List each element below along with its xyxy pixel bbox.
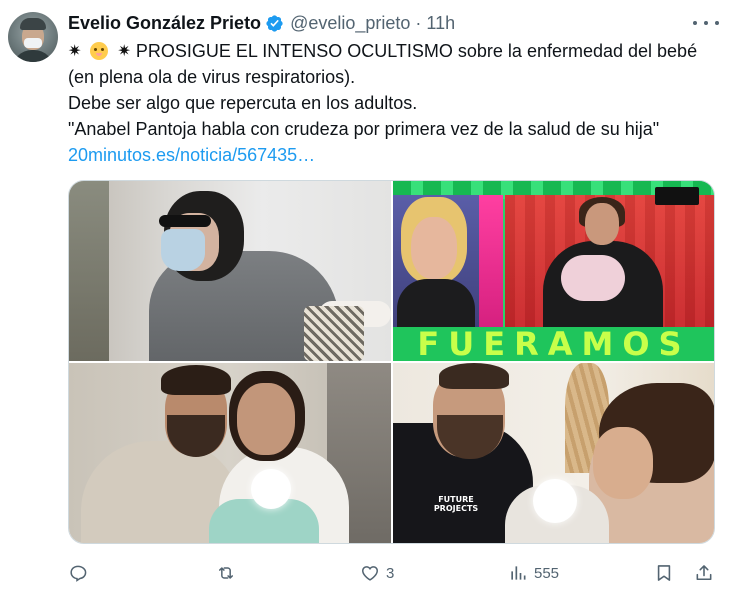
media-photo-1[interactable]	[69, 181, 391, 361]
timestamp[interactable]: 11h	[426, 13, 455, 34]
author-handle[interactable]: @evelio_prieto	[290, 13, 410, 34]
bookmark-button[interactable]	[654, 560, 674, 586]
photo-person	[397, 279, 475, 333]
more-icon[interactable]	[693, 12, 719, 34]
separator-dot: ·	[415, 12, 422, 33]
photo-face	[411, 217, 457, 279]
photo-hair	[161, 365, 231, 395]
channel-logo	[655, 187, 699, 205]
avatar[interactable]	[8, 12, 58, 62]
media-grid: FUERAMOS FUTURE PROJECTS	[68, 180, 715, 544]
photo-shirt-print: FUTURE PROJECTS	[433, 495, 479, 513]
media-photo-4[interactable]: FUTURE PROJECTS	[393, 363, 714, 543]
media-photo-3[interactable]	[69, 363, 391, 543]
photo-face	[585, 203, 619, 245]
tweet-text-line-2: (en plena ola de virus respiratorios).	[68, 67, 356, 87]
photo-hair	[439, 363, 509, 389]
tweet-header: Evelio González Prieto @evelio_prieto · …	[68, 10, 455, 36]
reply-icon	[70, 565, 87, 582]
photo-face-mask	[161, 229, 205, 271]
tweet-text: ✷ ✷ PROSIGUE EL INTENSO OCULTISMO sobre …	[68, 38, 728, 168]
heart-sticker-icon	[251, 469, 291, 509]
share-button[interactable]	[694, 560, 714, 586]
tweet-link[interactable]: 20minutos.es/noticia/567435…	[68, 145, 315, 165]
photo-baby	[561, 255, 625, 301]
share-icon	[696, 565, 712, 581]
views-count: 555	[534, 564, 560, 582]
reply-button[interactable]	[68, 560, 94, 586]
burst-emoji-icon: ✷	[117, 43, 131, 60]
photo-background	[69, 181, 109, 361]
burst-emoji-icon: ✷	[68, 43, 82, 60]
photo-bag	[304, 306, 364, 361]
views-button[interactable]: 555	[508, 560, 559, 586]
tweet-text-segment: PROSIGUE EL INTENSO OCULTISMO sobre la e…	[135, 41, 698, 61]
like-icon	[362, 566, 378, 581]
photo-divider	[479, 195, 503, 333]
author-name[interactable]: Evelio González Prieto	[68, 13, 261, 34]
retweet-button[interactable]	[216, 560, 242, 586]
views-icon	[511, 566, 526, 580]
retweet-icon	[219, 567, 233, 579]
photo-face	[593, 427, 653, 499]
avatar-mask	[24, 38, 42, 48]
like-count: 3	[386, 564, 395, 582]
avatar-cap	[20, 18, 46, 30]
action-bar: 3 555	[68, 560, 718, 586]
baby-emoji-icon	[90, 42, 109, 60]
like-button[interactable]: 3	[360, 560, 394, 586]
bookmark-icon	[657, 565, 671, 581]
tweet-text-line-1: ✷ ✷ PROSIGUE EL INTENSO OCULTISMO sobre …	[68, 38, 728, 64]
photo-sunglasses	[159, 215, 211, 227]
avatar-body	[12, 50, 54, 62]
media-photo-2[interactable]: FUERAMOS	[393, 181, 714, 361]
photo-overlay-text: FUERAMOS	[393, 327, 714, 361]
tweet-text-line-3: Debe ser algo que repercuta en los adult…	[68, 93, 418, 113]
tweet-text-line-4: "Anabel Pantoja habla con crudeza por pr…	[68, 119, 660, 139]
verified-badge-icon	[266, 14, 283, 32]
photo-face	[237, 383, 295, 455]
heart-sticker-icon	[533, 479, 577, 523]
